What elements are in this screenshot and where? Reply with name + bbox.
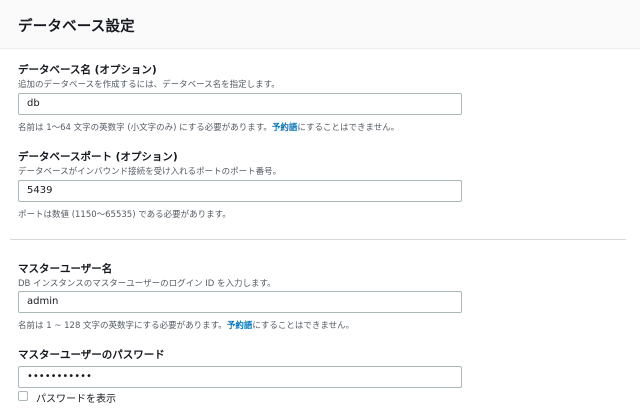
master-user-description: DB インスタンスのマスターユーザーのログイン ID を入力します。 xyxy=(18,279,276,289)
db-port-description: データベースがインバウンド接続を受け入れるポートのポート番号。 xyxy=(18,167,282,177)
db-name-description: 追加のデータベースを作成するには、データベース名を指定します。 xyxy=(18,80,280,90)
master-user-input[interactable]: admin xyxy=(18,291,462,313)
db-port-hint: ポートは数値 (1150〜65535) である必要があります。 xyxy=(18,210,231,220)
master-password-label: マスターユーザーのパスワード xyxy=(18,349,165,361)
show-password-checkbox[interactable] xyxy=(18,391,28,401)
db-port-input[interactable]: 5439 xyxy=(18,180,462,202)
reserved-words-link[interactable]: 予約語 xyxy=(272,123,298,133)
db-name-label: データベース名 (オプション) xyxy=(18,64,157,76)
db-name-input[interactable]: db xyxy=(18,93,462,115)
master-user-label: マスターユーザー名 xyxy=(18,263,113,275)
reserved-words-link[interactable]: 予約語 xyxy=(227,321,253,331)
db-name-hint-suffix: にすることはできません。 xyxy=(297,123,400,133)
db-name-hint: 名前は 1〜64 文字の英数字 (小文字のみ) にする必要があります。予約語にす… xyxy=(18,121,399,133)
database-settings-panel: データベース設定 データベース名 (オプション) 追加のデータベースを作成するに… xyxy=(0,0,640,414)
panel-title: データベース設定 xyxy=(18,19,135,35)
master-user-hint-suffix: にすることはできません。 xyxy=(252,321,355,331)
master-user-hint-text: 名前は 1 ~ 128 文字の英数字にする必要があります。 xyxy=(18,321,227,331)
db-name-hint-text: 名前は 1〜64 文字の英数字 (小文字のみ) にする必要があります。 xyxy=(18,123,272,133)
show-password-label[interactable]: パスワードを表示 xyxy=(36,390,116,405)
master-password-input[interactable]: ••••••••••• xyxy=(18,366,462,388)
panel-header: データベース設定 xyxy=(0,0,640,49)
db-port-label: データベースポート (オプション) xyxy=(18,151,178,163)
master-user-hint: 名前は 1 ~ 128 文字の英数字にする必要があります。予約語にすることはでき… xyxy=(18,319,354,331)
section-divider xyxy=(10,239,626,240)
